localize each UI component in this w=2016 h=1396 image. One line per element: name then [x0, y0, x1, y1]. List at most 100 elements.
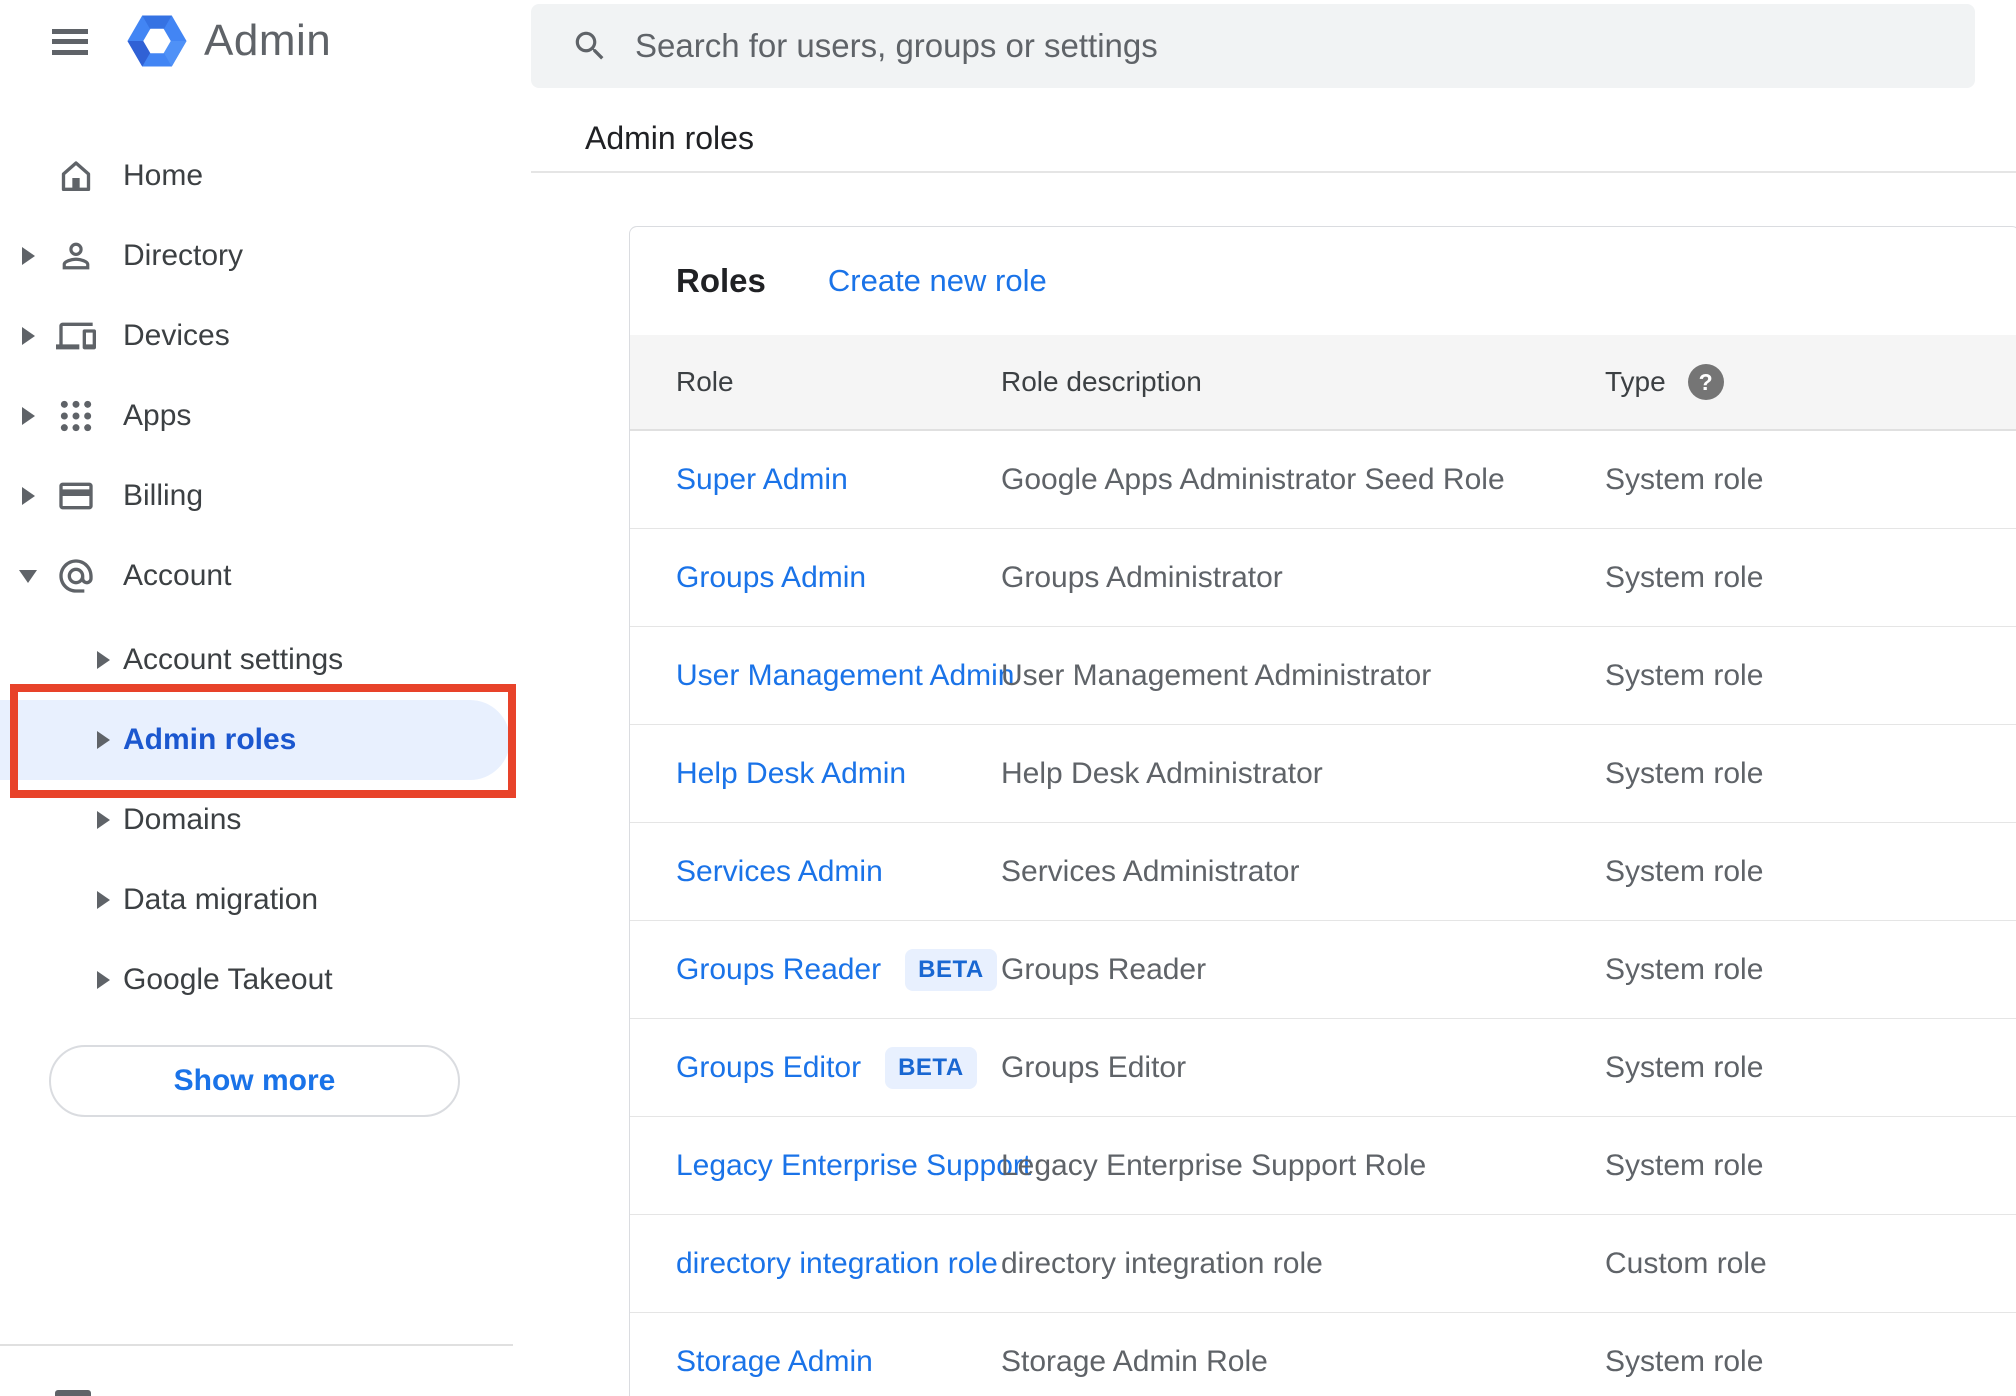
- sidebar-subitem-label: Data migration: [123, 883, 319, 916]
- partial-bottom-icon: [55, 1390, 91, 1396]
- role-description: Groups Administrator: [1001, 560, 1283, 594]
- sidebar-item-label: Apps: [123, 399, 192, 432]
- table-row: User Management Admin User Management Ad…: [630, 627, 2016, 725]
- at-sign-icon: [56, 556, 96, 596]
- role-description: User Management Administrator: [1001, 658, 1432, 692]
- role-type: System role: [1605, 1050, 1764, 1084]
- devices-icon: [56, 316, 96, 356]
- role-type: System role: [1605, 756, 1764, 790]
- roles-table-header: Role Role description Type ?: [630, 335, 2016, 431]
- role-link[interactable]: Legacy Enterprise Support: [676, 1149, 1031, 1183]
- sidebar-subitem-domains[interactable]: Domains: [0, 780, 513, 860]
- sidebar-item-account[interactable]: Account: [0, 536, 513, 616]
- sidebar-nav: Home Directory Devices Apps Billing Acco…: [0, 136, 513, 616]
- role-description: Groups Reader: [1001, 952, 1207, 986]
- sidebar-subitem-label: Account settings: [123, 643, 344, 676]
- sidebar-subitem-label: Domains: [123, 803, 242, 836]
- search-input[interactable]: [633, 26, 1837, 66]
- role-description: directory integration role: [1001, 1246, 1323, 1280]
- sidebar-item-billing[interactable]: Billing: [0, 456, 513, 536]
- beta-badge: BETA: [885, 1046, 977, 1089]
- sidebar-subitem-account-settings[interactable]: Account settings: [0, 620, 513, 700]
- role-link[interactable]: User Management Admin: [676, 659, 1015, 693]
- sidebar-item-label: Home: [123, 159, 204, 192]
- sidebar-item-label: Directory: [123, 239, 244, 272]
- sidebar-item-label: Account: [123, 559, 232, 592]
- content-divider: [531, 171, 2016, 173]
- sidebar-item-apps[interactable]: Apps: [0, 376, 513, 456]
- sidebar-account-subnav: Account settings Admin roles Domains Dat…: [0, 620, 513, 1020]
- role-description: Storage Admin Role: [1001, 1344, 1268, 1378]
- role-description: Help Desk Administrator: [1001, 756, 1323, 790]
- chevron-right-icon: [97, 811, 110, 829]
- search-bar[interactable]: [531, 4, 1975, 88]
- chevron-right-icon: [97, 651, 110, 669]
- sidebar-item-label: Devices: [123, 319, 230, 352]
- role-link[interactable]: Groups Admin: [676, 561, 866, 595]
- roles-card-header: Roles Create new role: [630, 227, 2016, 335]
- create-new-role-link[interactable]: Create new role: [828, 263, 1047, 299]
- sidebar: Admin Home Directory Devices Apps Billin…: [0, 0, 516, 1396]
- role-link[interactable]: Help Desk Admin: [676, 757, 906, 791]
- table-row: Help Desk Admin Help Desk Administrator …: [630, 725, 2016, 823]
- role-link[interactable]: Services Admin: [676, 855, 883, 889]
- chevron-right-icon: [21, 247, 35, 265]
- role-description: Google Apps Administrator Seed Role: [1001, 462, 1505, 496]
- help-icon[interactable]: ?: [1687, 364, 1724, 400]
- role-link[interactable]: directory integration role: [676, 1247, 998, 1281]
- role-type: System role: [1605, 462, 1764, 496]
- sidebar-subitem-label: Admin roles: [123, 723, 297, 756]
- role-type: System role: [1605, 560, 1764, 594]
- table-row: Storage Admin Storage Admin Role System …: [630, 1313, 2016, 1396]
- chevron-right-icon: [21, 487, 35, 505]
- role-link[interactable]: Super Admin: [676, 463, 848, 497]
- apps-grid-icon: [56, 396, 96, 436]
- sidebar-item-devices[interactable]: Devices: [0, 296, 513, 376]
- billing-card-icon: [56, 476, 96, 516]
- menu-icon[interactable]: [52, 29, 88, 55]
- column-header-type: Type: [1605, 366, 1666, 397]
- table-row: Super Admin Google Apps Administrator Se…: [630, 431, 2016, 529]
- chevron-right-icon: [97, 891, 110, 909]
- sidebar-subitem-admin-roles[interactable]: Admin roles: [0, 700, 510, 780]
- chevron-down-icon: [19, 569, 37, 583]
- beta-badge: BETA: [905, 948, 997, 991]
- table-row: Groups Admin Groups Administrator System…: [630, 529, 2016, 627]
- search-icon[interactable]: [571, 27, 609, 65]
- chevron-right-icon: [97, 731, 110, 749]
- column-header-description: Role description: [1001, 366, 1202, 397]
- chevron-right-icon: [97, 971, 110, 989]
- role-type: System role: [1605, 658, 1764, 692]
- person-icon: [56, 236, 96, 276]
- table-row: Groups Editor BETA Groups Editor System …: [630, 1019, 2016, 1117]
- role-description: Legacy Enterprise Support Role: [1001, 1148, 1427, 1182]
- role-type: Custom role: [1605, 1246, 1767, 1280]
- role-link[interactable]: Groups Reader: [676, 953, 881, 987]
- role-type: System role: [1605, 1148, 1764, 1182]
- sidebar-subitem-data-migration[interactable]: Data migration: [0, 860, 513, 940]
- show-more-button[interactable]: Show more: [49, 1045, 460, 1117]
- table-row: directory integration role directory int…: [630, 1215, 2016, 1313]
- role-description: Groups Editor: [1001, 1050, 1187, 1084]
- roles-title: Roles: [676, 262, 766, 299]
- breadcrumb: Admin roles: [585, 120, 754, 156]
- google-admin-console: Admin Home Directory Devices Apps Billin…: [0, 0, 2016, 1396]
- chevron-right-icon: [21, 407, 35, 425]
- role-type: System role: [1605, 952, 1764, 986]
- admin-logo-hexagon-icon: [127, 15, 187, 67]
- home-icon: [56, 156, 96, 196]
- role-link[interactable]: Groups Editor: [676, 1051, 861, 1085]
- roles-card: Roles Create new role Role Role descript…: [629, 226, 2016, 1396]
- sidebar-item-home[interactable]: Home: [0, 136, 513, 216]
- sidebar-subitem-google-takeout[interactable]: Google Takeout: [0, 940, 513, 1020]
- table-row: Services Admin Services Administrator Sy…: [630, 823, 2016, 921]
- role-description: Services Administrator: [1001, 854, 1300, 888]
- chevron-right-icon: [21, 327, 35, 345]
- role-type: System role: [1605, 854, 1764, 888]
- role-type: System role: [1605, 1344, 1764, 1378]
- role-link[interactable]: Storage Admin: [676, 1345, 873, 1379]
- roles-table-body: Super Admin Google Apps Administrator Se…: [630, 431, 2016, 1396]
- sidebar-item-label: Billing: [123, 479, 204, 512]
- sidebar-item-directory[interactable]: Directory: [0, 216, 513, 296]
- sidebar-divider: [0, 1344, 513, 1346]
